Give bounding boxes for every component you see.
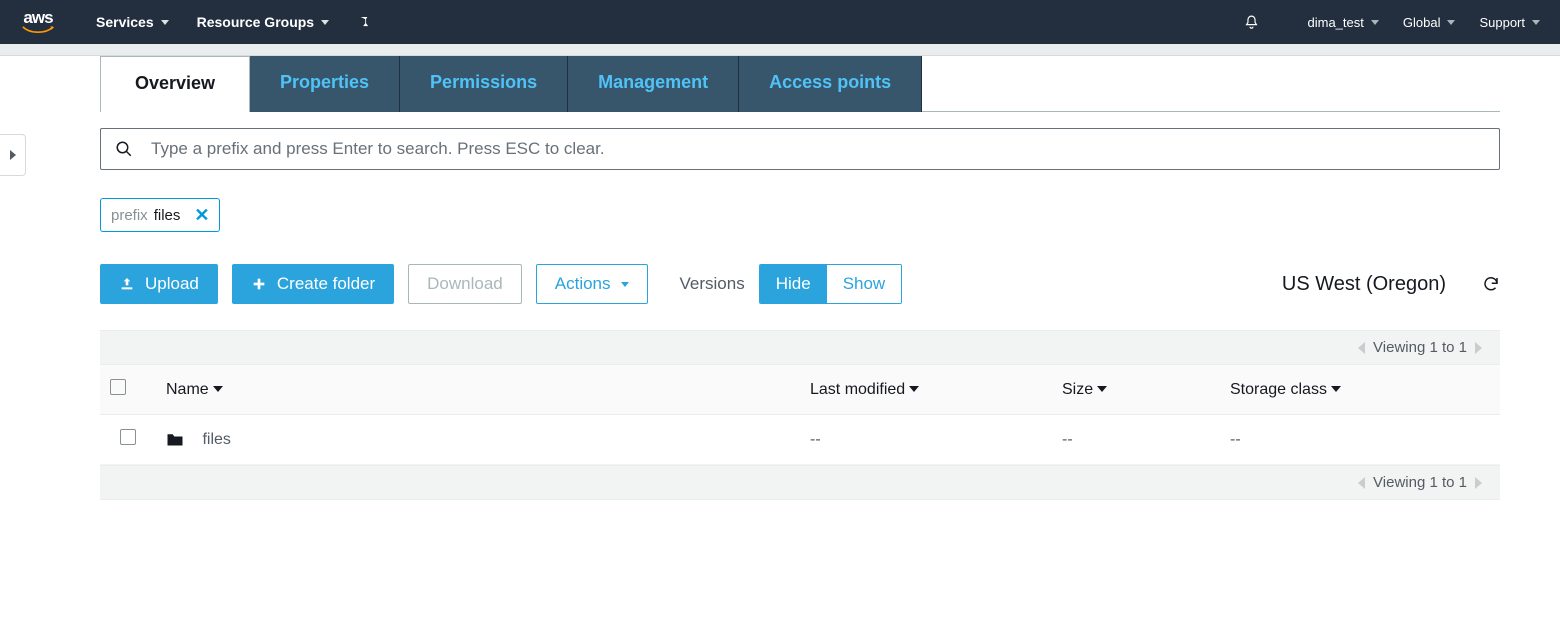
chevron-down-icon	[321, 20, 329, 25]
page-prev-icon[interactable]	[1358, 342, 1365, 354]
global-nav: aws Services Resource Groups dima_test G…	[0, 0, 1560, 44]
bell-icon[interactable]	[1243, 14, 1260, 31]
tab-properties[interactable]: Properties	[250, 56, 400, 112]
versions-hide-label: Hide	[776, 274, 811, 293]
chevron-down-icon	[1532, 20, 1540, 25]
refresh-icon[interactable]	[1482, 275, 1500, 293]
upload-icon	[119, 276, 135, 292]
sort-icon	[1097, 386, 1107, 392]
row-name[interactable]: files	[202, 431, 230, 448]
search-icon	[115, 140, 133, 158]
tab-overview[interactable]: Overview	[100, 56, 250, 112]
tab-overview-label: Overview	[135, 73, 215, 93]
close-icon[interactable]: ✕	[194, 206, 209, 224]
pagination-text: Viewing 1 to 1	[1373, 339, 1467, 356]
row-storage-class: --	[1230, 431, 1241, 448]
object-toolbar: Upload Create folder Download Actions Ve…	[100, 264, 1500, 304]
sort-icon	[1331, 386, 1341, 392]
account-menu[interactable]: dima_test	[1308, 15, 1379, 30]
page-next-icon[interactable]	[1475, 342, 1482, 354]
region-menu[interactable]: Global	[1403, 15, 1456, 30]
prefix-chip-label: prefix	[111, 207, 148, 224]
page-prev-icon[interactable]	[1358, 477, 1365, 489]
actions-menu[interactable]: Actions	[536, 264, 648, 304]
tab-properties-label: Properties	[280, 72, 369, 92]
pagination-top: Viewing 1 to 1	[100, 330, 1500, 365]
plus-icon	[251, 276, 267, 292]
secondary-bar	[0, 44, 1560, 56]
tab-access-points-label: Access points	[769, 72, 891, 92]
header-last-modified[interactable]: Last modified	[800, 365, 1052, 415]
aws-logo[interactable]: aws	[20, 10, 56, 33]
header-last-modified-label: Last modified	[810, 381, 905, 398]
sort-icon	[213, 386, 223, 392]
chevron-down-icon	[1447, 20, 1455, 25]
header-storage-class[interactable]: Storage class	[1220, 365, 1500, 415]
chevron-down-icon	[621, 282, 629, 287]
header-storage-class-label: Storage class	[1230, 381, 1327, 398]
header-select-all	[100, 365, 156, 415]
header-name[interactable]: Name	[156, 365, 800, 415]
aws-logo-text: aws	[23, 10, 52, 25]
tab-permissions[interactable]: Permissions	[400, 56, 568, 112]
prefix-filter-chip: prefix files ✕	[100, 198, 220, 232]
page-next-icon[interactable]	[1475, 477, 1482, 489]
folder-icon	[166, 432, 184, 447]
versions-toggle: Hide Show	[759, 264, 903, 304]
resource-groups-menu[interactable]: Resource Groups	[197, 14, 329, 30]
triangle-right-icon	[10, 150, 16, 160]
services-label: Services	[96, 14, 154, 30]
bucket-tabs: Overview Properties Permissions Manageme…	[100, 56, 1500, 112]
header-size[interactable]: Size	[1052, 365, 1220, 415]
chevron-down-icon	[1371, 20, 1379, 25]
support-menu[interactable]: Support	[1479, 15, 1540, 30]
resource-groups-label: Resource Groups	[197, 14, 314, 30]
actions-label: Actions	[555, 274, 611, 294]
tab-access-points[interactable]: Access points	[739, 56, 922, 112]
aws-smile-icon	[20, 26, 56, 34]
row-checkbox[interactable]	[120, 429, 136, 445]
table-header-row: Name Last modified Size Storage class	[100, 365, 1500, 415]
select-all-checkbox[interactable]	[110, 379, 126, 395]
row-last-modified: --	[810, 431, 821, 448]
create-folder-button[interactable]: Create folder	[232, 264, 394, 304]
header-name-label: Name	[166, 381, 209, 398]
prefix-search-input[interactable]	[151, 139, 1485, 159]
versions-label: Versions	[680, 274, 745, 294]
versions-show[interactable]: Show	[827, 265, 902, 303]
prefix-search[interactable]	[100, 128, 1500, 170]
support-label: Support	[1479, 15, 1525, 30]
tab-management-label: Management	[598, 72, 708, 92]
tab-permissions-label: Permissions	[430, 72, 537, 92]
download-button: Download	[408, 264, 522, 304]
chevron-down-icon	[161, 20, 169, 25]
row-size: --	[1062, 431, 1073, 448]
upload-button[interactable]: Upload	[100, 264, 218, 304]
bucket-region: US West (Oregon)	[1282, 273, 1446, 296]
prefix-chip-value: files	[154, 207, 181, 224]
table-row[interactable]: files -- -- --	[100, 415, 1500, 465]
objects-table: Viewing 1 to 1 Name Last modified Size S…	[100, 330, 1500, 500]
pagination-bottom: Viewing 1 to 1	[100, 465, 1500, 500]
create-folder-label: Create folder	[277, 274, 375, 294]
pin-icon[interactable]	[357, 15, 371, 29]
sort-icon	[909, 386, 919, 392]
tab-management[interactable]: Management	[568, 56, 739, 112]
account-label: dima_test	[1308, 15, 1364, 30]
header-size-label: Size	[1062, 381, 1093, 398]
versions-hide[interactable]: Hide	[760, 265, 827, 303]
download-label: Download	[427, 274, 503, 294]
side-panel-toggle[interactable]	[0, 134, 26, 176]
versions-show-label: Show	[843, 274, 886, 293]
pagination-text: Viewing 1 to 1	[1373, 474, 1467, 491]
upload-label: Upload	[145, 274, 199, 294]
services-menu[interactable]: Services	[96, 14, 169, 30]
region-menu-label: Global	[1403, 15, 1441, 30]
